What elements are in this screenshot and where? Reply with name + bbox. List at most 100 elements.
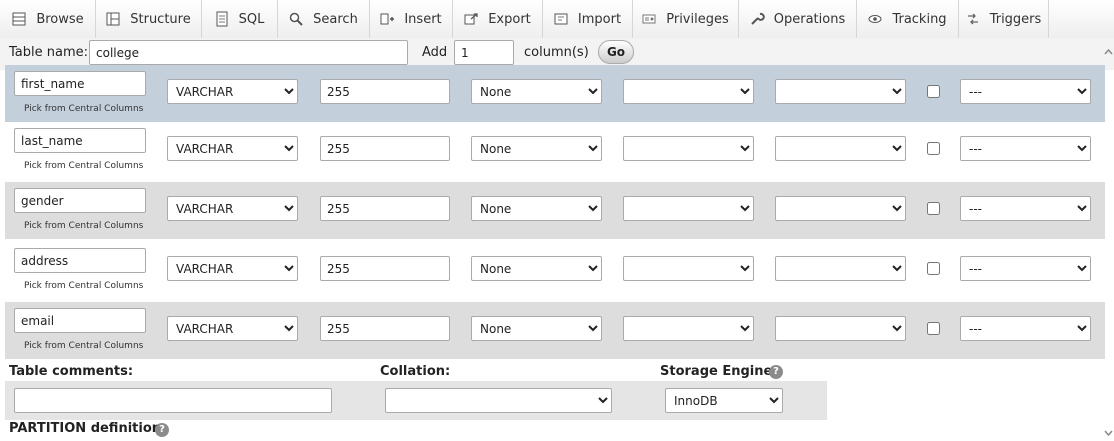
column-name-input[interactable]	[14, 71, 146, 96]
tab-label: Import	[577, 11, 622, 27]
table-collation-select[interactable]	[385, 388, 612, 413]
go-button[interactable]: Go	[598, 40, 634, 64]
column-row: Pick from Central Columns VARCHAR None ---	[5, 302, 1105, 359]
import-icon	[554, 13, 568, 25]
tab-label: Export	[488, 11, 531, 27]
tab-privileges[interactable]: Privileges	[632, 0, 739, 38]
tab-label: Structure	[130, 11, 191, 27]
column-row: Pick from Central Columns VARCHAR None ---	[5, 182, 1105, 239]
table-comments-label: Table comments:	[9, 364, 134, 379]
pick-from-central-columns-link[interactable]: Pick from Central Columns	[24, 281, 143, 291]
partition-definition-label: PARTITION definition:	[9, 421, 167, 436]
column-null-checkbox[interactable]	[927, 85, 940, 98]
structure-icon	[106, 12, 120, 26]
table-comments-input[interactable]	[14, 388, 332, 413]
tab-label: Privileges	[666, 11, 729, 27]
tab-sql[interactable]: SQL	[201, 0, 278, 38]
tab-operations[interactable]: Operations	[738, 0, 857, 38]
column-default-select[interactable]: None	[471, 256, 602, 281]
tab-label: Triggers	[989, 11, 1042, 27]
tab-label: Search	[313, 11, 358, 27]
scroll-down-icon[interactable]	[1104, 429, 1113, 437]
column-collation-select[interactable]	[623, 256, 754, 281]
table-name-input[interactable]	[89, 40, 408, 65]
column-default-select[interactable]: None	[471, 196, 602, 221]
column-length-input[interactable]	[320, 316, 450, 341]
privileges-icon	[642, 14, 656, 24]
column-type-select[interactable]: VARCHAR	[167, 316, 298, 341]
export-icon	[464, 13, 478, 25]
column-null-checkbox[interactable]	[927, 202, 940, 215]
column-type-select[interactable]: VARCHAR	[167, 79, 298, 104]
tab-export[interactable]: Export	[452, 0, 543, 38]
column-length-input[interactable]	[320, 196, 450, 221]
column-attributes-select[interactable]	[775, 256, 906, 281]
add-label: Add	[422, 45, 448, 60]
column-collation-select[interactable]	[623, 196, 754, 221]
help-icon[interactable]: ?	[155, 423, 169, 437]
column-length-input[interactable]	[320, 256, 450, 281]
storage-engine-select[interactable]: InnoDB	[665, 388, 783, 413]
column-row: Pick from Central Columns VARCHAR None ---	[5, 65, 1105, 122]
tab-structure[interactable]: Structure	[95, 0, 202, 38]
tab-triggers[interactable]: Triggers	[958, 0, 1049, 38]
insert-icon	[380, 13, 395, 25]
column-attributes-select[interactable]	[775, 136, 906, 161]
tab-label: Browse	[36, 11, 84, 27]
tab-search[interactable]: Search	[277, 0, 370, 38]
column-collation-select[interactable]	[623, 316, 754, 341]
tab-import[interactable]: Import	[542, 0, 633, 38]
column-default-select[interactable]: None	[471, 316, 602, 341]
pick-from-central-columns-link[interactable]: Pick from Central Columns	[24, 341, 143, 351]
wrench-icon	[751, 12, 765, 25]
column-name-input[interactable]	[14, 188, 146, 213]
tab-label: SQL	[238, 11, 265, 27]
pick-from-central-columns-link[interactable]: Pick from Central Columns	[24, 104, 143, 114]
column-index-select[interactable]: ---	[960, 256, 1091, 281]
column-type-select[interactable]: VARCHAR	[167, 196, 298, 221]
column-collation-select[interactable]	[623, 136, 754, 161]
column-attributes-select[interactable]	[775, 196, 906, 221]
tab-tracking[interactable]: Tracking	[856, 0, 959, 38]
browse-icon	[12, 12, 26, 26]
column-index-select[interactable]: ---	[960, 136, 1091, 161]
column-name-input[interactable]	[14, 308, 146, 333]
eye-icon	[868, 15, 882, 23]
column-length-input[interactable]	[320, 79, 450, 104]
column-length-input[interactable]	[320, 136, 450, 161]
column-null-checkbox[interactable]	[927, 262, 940, 275]
column-attributes-select[interactable]	[775, 79, 906, 104]
triggers-icon	[967, 13, 978, 25]
pick-from-central-columns-link[interactable]: Pick from Central Columns	[24, 221, 143, 231]
tab-insert[interactable]: Insert	[369, 0, 453, 38]
column-index-select[interactable]: ---	[960, 316, 1091, 341]
column-default-select[interactable]: None	[471, 79, 602, 104]
tab-bar: Browse Structure SQL Search Insert Expor…	[0, 0, 1114, 39]
tab-browse[interactable]: Browse	[0, 0, 96, 38]
columns-label: column(s)	[524, 45, 589, 60]
column-name-input[interactable]	[14, 128, 146, 153]
collation-label: Collation:	[380, 364, 451, 379]
column-row: Pick from Central Columns VARCHAR None ---	[5, 242, 1105, 299]
tab-label: Insert	[404, 11, 442, 27]
column-type-select[interactable]: VARCHAR	[167, 136, 298, 161]
tab-label: Tracking	[892, 11, 947, 27]
column-type-select[interactable]: VARCHAR	[167, 256, 298, 281]
help-icon[interactable]: ?	[769, 365, 783, 379]
column-index-select[interactable]: ---	[960, 196, 1091, 221]
column-default-select[interactable]: None	[471, 136, 602, 161]
tab-label: Operations	[773, 11, 846, 27]
search-icon	[289, 12, 303, 26]
column-name-input[interactable]	[14, 248, 146, 273]
column-index-select[interactable]: ---	[960, 79, 1091, 104]
sql-icon	[216, 11, 228, 27]
storage-engine-label: Storage Engine:	[660, 364, 778, 379]
column-attributes-select[interactable]	[775, 316, 906, 341]
add-columns-count-input[interactable]	[454, 40, 514, 65]
column-null-checkbox[interactable]	[927, 142, 940, 155]
table-name-label: Table name:	[9, 45, 88, 60]
column-null-checkbox[interactable]	[927, 322, 940, 335]
column-collation-select[interactable]	[623, 79, 754, 104]
scroll-up-icon[interactable]	[1104, 48, 1113, 56]
pick-from-central-columns-link[interactable]: Pick from Central Columns	[24, 161, 143, 171]
